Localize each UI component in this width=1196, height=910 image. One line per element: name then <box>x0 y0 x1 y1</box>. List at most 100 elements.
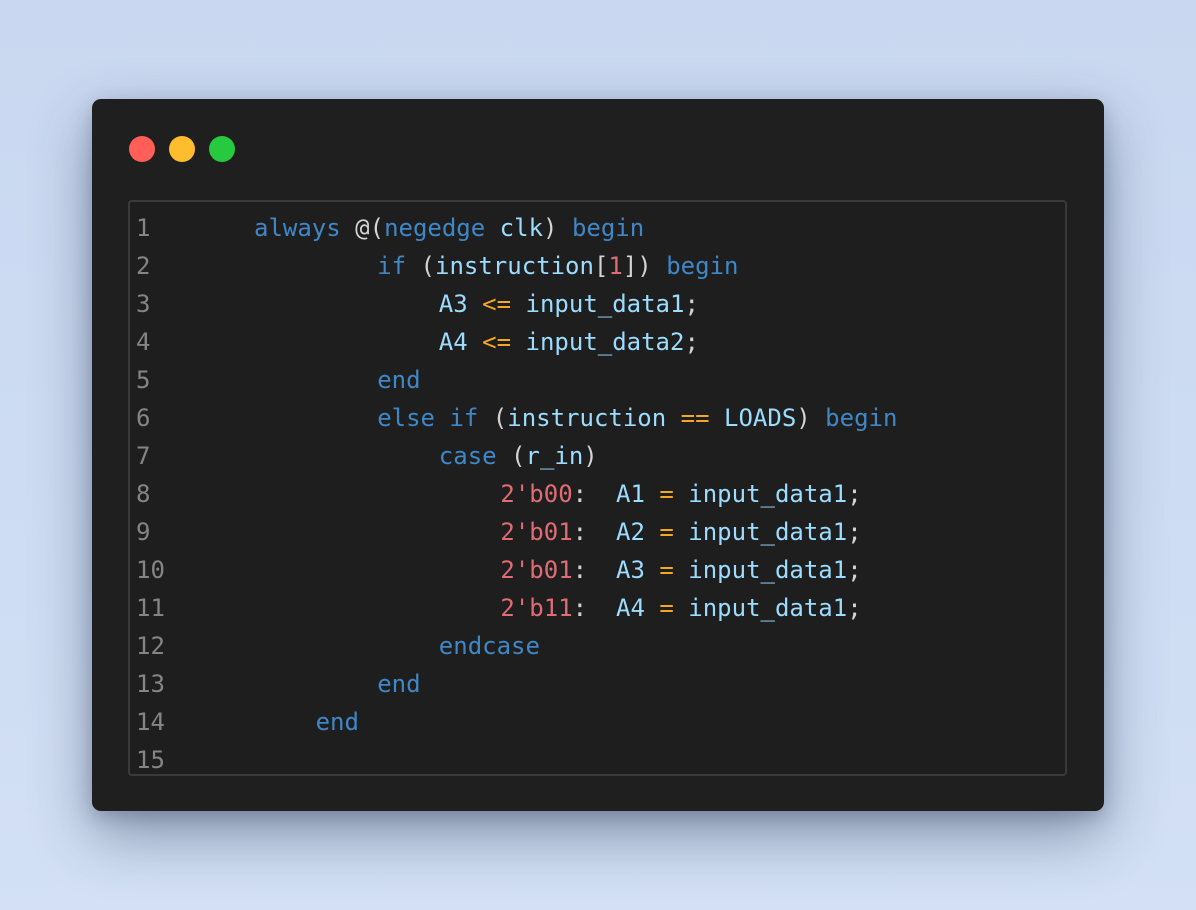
code-token: @( <box>355 214 385 242</box>
code-text: 2'b11: A4 = input_data1; <box>500 589 861 627</box>
code-token: negedge <box>384 214 486 242</box>
code-token: ) <box>543 214 572 242</box>
code-editor[interactable]: 1 always @(negedge clk) begin 2 if (instruc… <box>128 200 1067 776</box>
code-token: end <box>377 670 421 698</box>
code-token: end <box>315 708 359 736</box>
code-token: else <box>377 404 435 432</box>
line-number: 14 <box>136 708 165 736</box>
line-number: 10 <box>136 556 165 584</box>
code-token: begin <box>825 404 898 432</box>
code-token: ; <box>847 594 862 622</box>
line-number: 2 <box>136 252 151 280</box>
code-token: ; <box>684 328 699 356</box>
code-token: if <box>377 252 407 280</box>
code-token: = <box>659 556 674 584</box>
code-token: begin <box>571 214 645 242</box>
code-text: 2'b01: A2 = input_data1; <box>500 513 861 551</box>
code-text: if (instruction[1]) begin <box>377 247 738 285</box>
code-text: else if (instruction == LOADS) begin <box>377 399 897 437</box>
code-text: end <box>316 703 359 741</box>
code-token: ; <box>847 480 862 508</box>
code-text: A3 <= input_data1; <box>439 285 699 323</box>
code-token: input_data1 <box>688 594 848 622</box>
code-token: ) <box>583 442 598 470</box>
code-token: : <box>572 594 616 622</box>
code-token: endcase <box>438 632 540 660</box>
code-token: ) <box>796 404 826 432</box>
code-token: if <box>449 404 479 432</box>
code-token: = <box>659 518 674 546</box>
line-number: 11 <box>136 594 165 622</box>
line-number: 13 <box>136 670 165 698</box>
code-token: input_data1 <box>688 556 848 584</box>
code-text: 2'b00: A1 = input_data1; <box>500 475 861 513</box>
code-token: 1 <box>608 252 623 280</box>
code-token: ( <box>406 252 435 280</box>
code-token: r_in <box>525 442 584 470</box>
code-token: input_data1 <box>525 290 685 318</box>
code-token: input_data1 <box>688 518 848 546</box>
code-token: ( <box>478 404 508 432</box>
code-text: endcase <box>439 627 540 665</box>
code-token: [ <box>593 252 609 280</box>
line-number: 4 <box>136 328 151 356</box>
line-number: 9 <box>136 518 151 546</box>
code-text: case (r_in) <box>439 437 598 475</box>
line-number: 1 <box>136 214 151 242</box>
code-text: end <box>377 665 420 703</box>
code-token: instruction <box>507 404 667 432</box>
code-token: 2'b00 <box>500 480 573 508</box>
code-token: A1 <box>616 480 645 508</box>
code-token: ]) <box>622 252 667 280</box>
code-token: instruction <box>435 252 594 280</box>
code-token: 2'b11 <box>500 594 573 622</box>
code-token: always <box>254 214 341 242</box>
code-text: A4 <= input_data2; <box>439 323 699 361</box>
code-token: == <box>680 404 710 432</box>
maximize-dot-icon[interactable] <box>209 136 235 162</box>
code-token: = <box>659 594 674 622</box>
code-token: <= <box>482 290 512 318</box>
code-token: A3 <box>438 290 468 318</box>
code-token: 2'b01 <box>500 518 573 546</box>
code-token: A4 <box>438 328 468 356</box>
line-number: 5 <box>136 366 151 394</box>
code-token: ; <box>847 556 862 584</box>
line-number: 3 <box>136 290 151 318</box>
line-number: 8 <box>136 480 151 508</box>
code-text: always @(negedge clk) begin <box>254 209 644 247</box>
code-token: A4 <box>616 594 645 622</box>
code-window: 1 always @(negedge clk) begin 2 if (instruc… <box>92 99 1104 811</box>
code-token: ( <box>496 442 526 470</box>
code-token: input_data2 <box>525 328 685 356</box>
code-token: case <box>438 442 497 470</box>
close-dot-icon[interactable] <box>129 136 155 162</box>
code-token: 2'b01 <box>500 556 573 584</box>
code-token: <= <box>482 328 512 356</box>
code-token: = <box>659 480 674 508</box>
line-number: 12 <box>136 632 165 660</box>
code-text: 2'b01: A3 = input_data1; <box>500 551 861 589</box>
minimize-dot-icon[interactable] <box>169 136 195 162</box>
code-token: A3 <box>616 556 645 584</box>
code-text: end <box>377 361 420 399</box>
code-token: input_data1 <box>688 480 848 508</box>
line-number: 15 <box>136 746 165 774</box>
code-token: : <box>572 480 616 508</box>
